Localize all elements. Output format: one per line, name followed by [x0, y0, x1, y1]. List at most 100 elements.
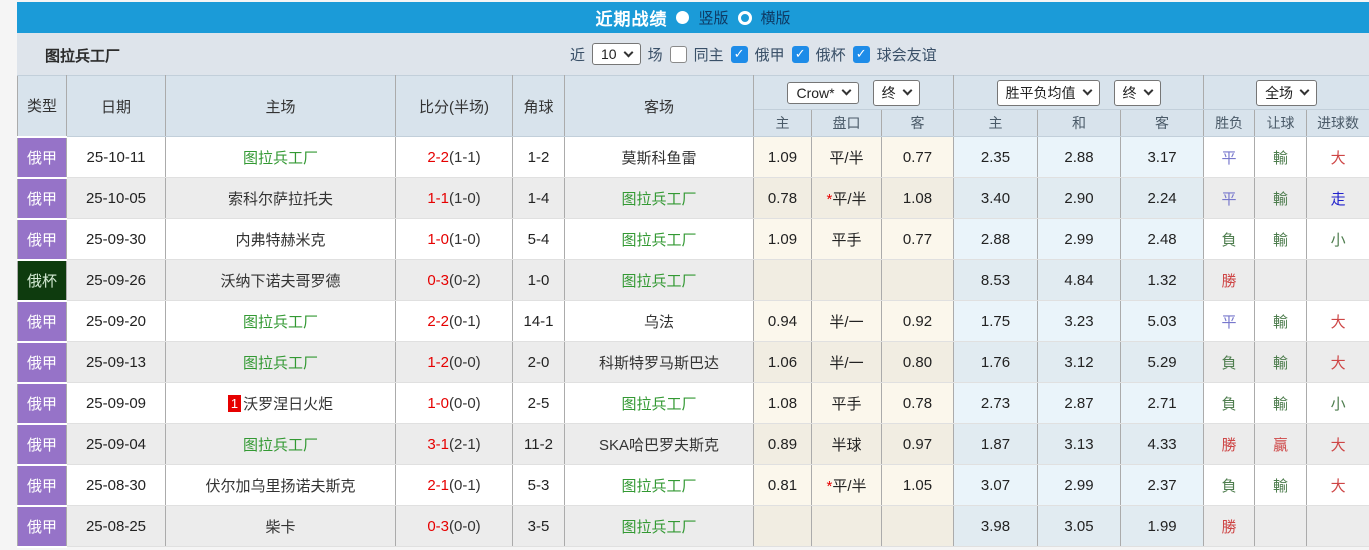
home-team-link[interactable]: 图拉兵工厂 [243, 437, 318, 454]
date-cell: 25-09-09 [67, 383, 166, 424]
home-team-link[interactable]: 伏尔加乌里扬诺夫斯克 [205, 478, 355, 495]
result-cell: 平 [1204, 301, 1255, 342]
corners-cell: 5-4 [513, 219, 565, 260]
filters-group: 近 10 场 同主 ✓ 俄甲 ✓ 俄杯 ✓ 球会友谊 [570, 33, 937, 75]
same-home-label[interactable]: 同主 [694, 44, 724, 65]
header-score: 比分(半场) [396, 76, 513, 137]
odds-home-cell: 0.94 [754, 301, 812, 342]
avg-lose-cell: 2.37 [1121, 465, 1204, 506]
handicap-result-cell [1255, 506, 1307, 547]
away-team-cell: 图拉兵工厂 [565, 219, 754, 260]
home-team-link[interactable]: 图拉兵工厂 [243, 150, 318, 167]
home-team-link[interactable]: 图拉兵工厂 [243, 355, 318, 372]
subheader-avg-draw: 和 [1038, 110, 1121, 137]
home-team-link[interactable]: 柴卡 [265, 519, 295, 536]
subheader-avg-win: 主 [954, 110, 1038, 137]
scope-select[interactable]: 全场 [1256, 80, 1317, 106]
vertical-layout-radio[interactable] [676, 11, 689, 24]
subheader-avg-lose: 客 [1121, 110, 1204, 137]
home-team-link[interactable]: 沃罗涅日火炬 [243, 396, 333, 413]
home-team-link[interactable]: 沃纳下诺夫哥罗德 [220, 273, 340, 290]
halftime-score: (1-1) [449, 149, 481, 166]
home-team-link[interactable]: 索科尔萨拉托夫 [228, 191, 333, 208]
results-table: 类型 日期 主场 比分(半场) 角球 客场 Crow* 终 [17, 75, 1369, 548]
result-cell: 勝 [1204, 424, 1255, 465]
type-cell: 俄甲 [18, 424, 67, 465]
halftime-score: (1-0) [449, 190, 481, 207]
home-team-cell: 图拉兵工厂 [166, 342, 396, 383]
type-cell: 俄甲 [18, 178, 67, 219]
away-team-cell: 图拉兵工厂 [565, 383, 754, 424]
friendly-checkbox[interactable]: ✓ [853, 46, 870, 63]
avg-win-cell: 2.73 [954, 383, 1038, 424]
subheader-handicap-result: 让球 [1255, 110, 1307, 137]
cup-label[interactable]: 俄杯 [816, 44, 846, 65]
away-team-link[interactable]: 图拉兵工厂 [621, 232, 696, 249]
recent-count-select[interactable]: 10 [592, 43, 641, 65]
away-team-link[interactable]: SKA哈巴罗夫斯克 [599, 437, 719, 454]
table-row: 俄甲 25-08-30 伏尔加乌里扬诺夫斯克 2-1(0-1) 5-3 图拉兵工… [18, 465, 1369, 506]
horizontal-layout-radio[interactable] [738, 11, 752, 25]
date-cell: 25-09-04 [67, 424, 166, 465]
odds-time-select[interactable]: 终 [873, 80, 920, 106]
handicap-result-cell: 輸 [1255, 219, 1307, 260]
odds-away-cell: 1.05 [882, 465, 954, 506]
home-team-cell: 内弗特赫米克 [166, 219, 396, 260]
away-team-link[interactable]: 图拉兵工厂 [621, 519, 696, 536]
away-team-link[interactable]: 莫斯科鱼雷 [621, 150, 696, 167]
home-team-link[interactable]: 图拉兵工厂 [243, 314, 318, 331]
handicap-result-cell: 輸 [1255, 342, 1307, 383]
cup-checkbox[interactable]: ✓ [792, 46, 809, 63]
corners-cell: 3-5 [513, 506, 565, 547]
vertical-layout-label[interactable]: 竖版 [698, 7, 728, 28]
away-team-link[interactable]: 图拉兵工厂 [621, 273, 696, 290]
league-checkbox[interactable]: ✓ [731, 46, 748, 63]
table-row: 俄甲 25-10-11 图拉兵工厂 2-2(1-1) 1-2 莫斯科鱼雷 1.0… [18, 137, 1369, 178]
avg-lose-cell: 4.33 [1121, 424, 1204, 465]
handicap-cell: 平手 [812, 219, 882, 260]
score-cell: 3-1(2-1) [396, 424, 513, 465]
away-team-link[interactable]: 图拉兵工厂 [621, 478, 696, 495]
home-team-cell: 图拉兵工厂 [166, 301, 396, 342]
avg-lose-cell: 5.03 [1121, 301, 1204, 342]
fulltime-score: 3-1 [427, 436, 449, 453]
date-cell: 25-10-05 [67, 178, 166, 219]
league-label[interactable]: 俄甲 [755, 44, 785, 65]
away-team-link[interactable]: 图拉兵工厂 [621, 191, 696, 208]
corners-cell: 2-0 [513, 342, 565, 383]
subheader-odds-away: 客 [882, 110, 954, 137]
friendly-label[interactable]: 球会友谊 [877, 44, 937, 65]
score-cell: 0-3(0-2) [396, 260, 513, 301]
halftime-score: (0-1) [449, 313, 481, 330]
away-team-link[interactable]: 乌法 [644, 314, 674, 331]
corners-cell: 2-5 [513, 383, 565, 424]
avg-lose-cell: 3.17 [1121, 137, 1204, 178]
odds-company-select[interactable]: Crow* [787, 82, 858, 104]
table-row: 俄甲 25-09-04 图拉兵工厂 3-1(2-1) 11-2 SKA哈巴罗夫斯… [18, 424, 1369, 465]
type-cell: 俄甲 [18, 219, 67, 260]
score-cell: 2-1(0-1) [396, 465, 513, 506]
away-team-link[interactable]: 科斯特罗马斯巴达 [599, 355, 719, 372]
avg-win-cell: 3.98 [954, 506, 1038, 547]
header-type: 类型 [18, 76, 67, 137]
halftime-score: (0-2) [449, 272, 481, 289]
away-team-link[interactable]: 图拉兵工厂 [621, 396, 696, 413]
handicap-cell [812, 506, 882, 547]
type-cell: 俄杯 [18, 260, 67, 301]
handicap-cell: *平/半 [812, 465, 882, 506]
odds-away-cell: 1.08 [882, 178, 954, 219]
halftime-score: (0-0) [449, 518, 481, 535]
avg-draw-cell: 4.84 [1038, 260, 1121, 301]
avg-win-cell: 3.07 [954, 465, 1038, 506]
fulltime-score: 1-2 [427, 354, 449, 371]
away-team-cell: 科斯特罗马斯巴达 [565, 342, 754, 383]
odds-home-cell: 0.89 [754, 424, 812, 465]
avg-type-select[interactable]: 胜平负均值 [997, 80, 1100, 106]
odds-home-cell: 1.09 [754, 219, 812, 260]
horizontal-layout-label[interactable]: 横版 [761, 7, 791, 28]
home-team-link[interactable]: 内弗特赫米克 [235, 232, 325, 249]
corners-cell: 11-2 [513, 424, 565, 465]
type-cell: 俄甲 [18, 137, 67, 178]
avg-time-select[interactable]: 终 [1114, 80, 1161, 106]
same-home-checkbox[interactable] [670, 46, 687, 63]
